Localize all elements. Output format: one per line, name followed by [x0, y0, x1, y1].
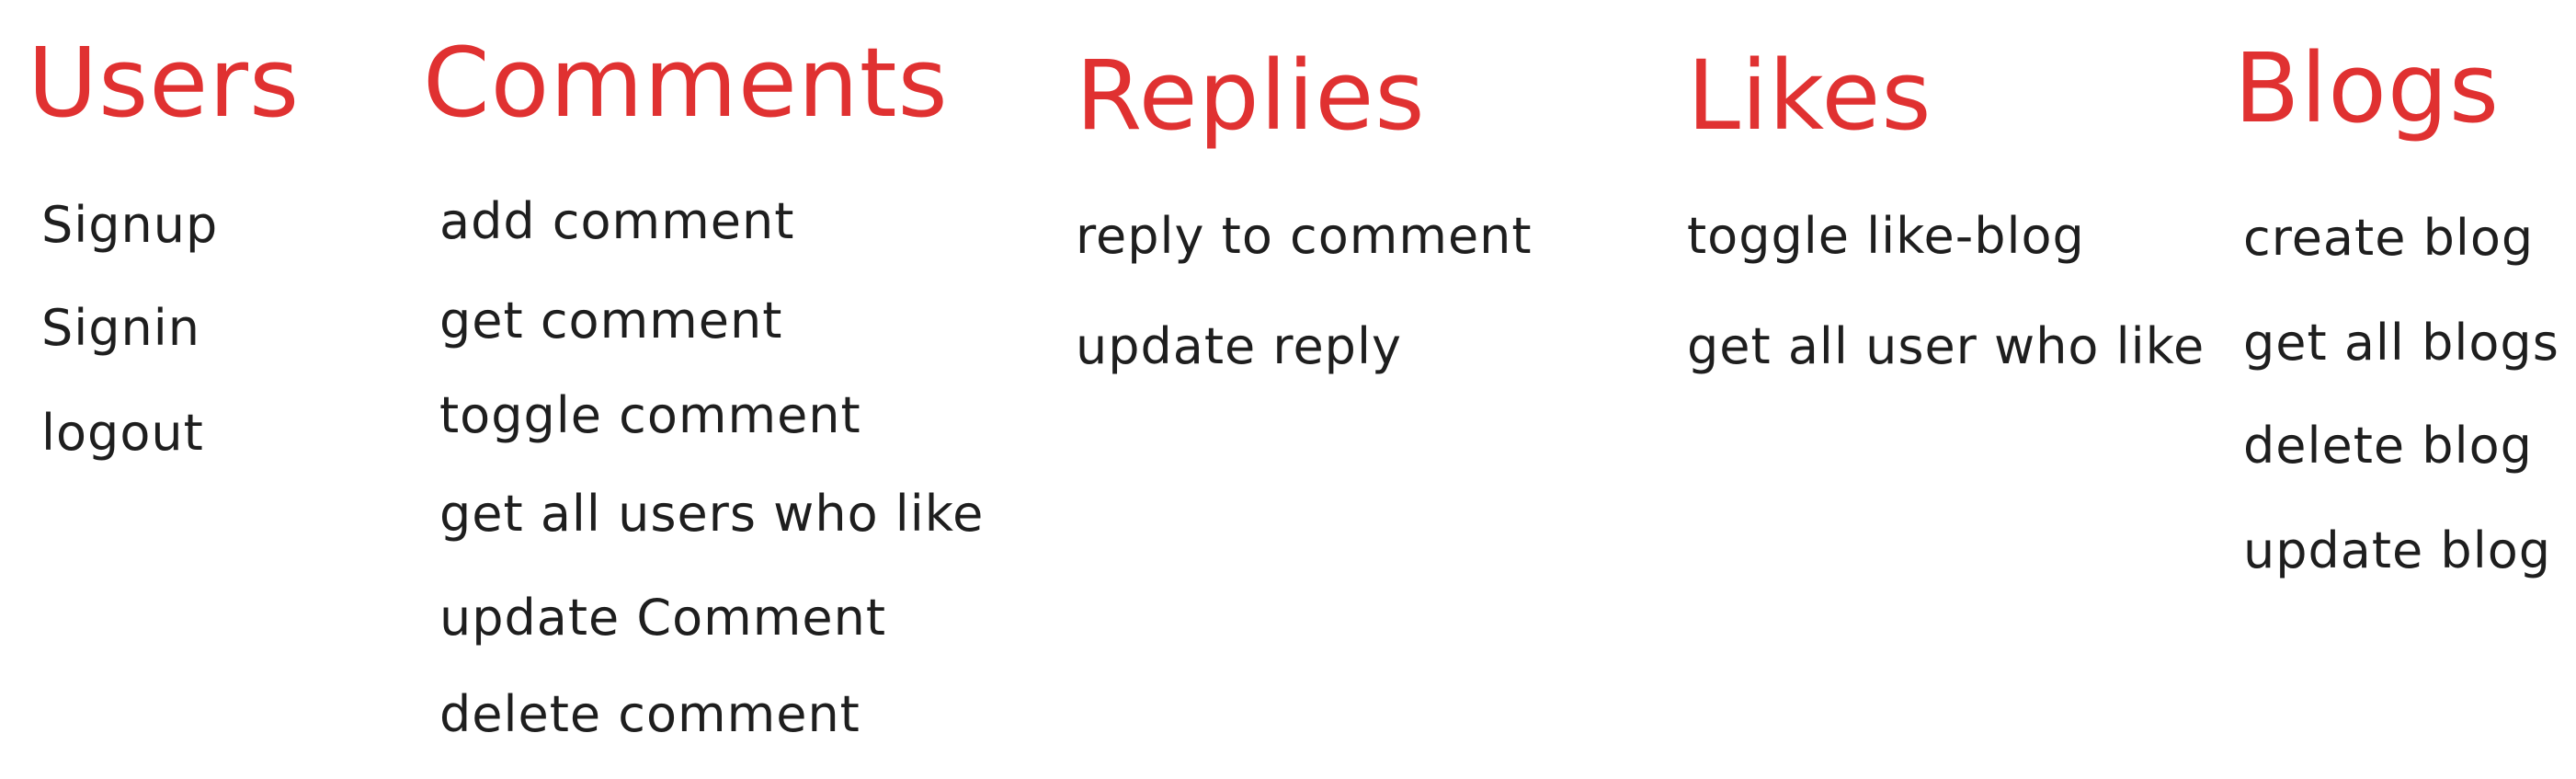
column-item: delete comment [439, 685, 861, 743]
column-item: add comment [439, 192, 795, 250]
column-item: get comment [439, 292, 783, 349]
column-item: update reply [1076, 317, 1402, 375]
column-item: toggle like-blog [1687, 207, 2085, 265]
column-item: toggle comment [439, 386, 861, 444]
column-item: delete blog [2243, 417, 2533, 475]
diagram-canvas: Users Signup Signin logout Comments add … [0, 0, 2576, 779]
column-item: create blog [2243, 209, 2535, 267]
column-title: Comments [423, 27, 949, 139]
column-item: get all user who like [1687, 317, 2206, 375]
column-item: reply to comment [1076, 207, 1533, 265]
column-title: Replies [1076, 40, 1426, 152]
column-item: update Comment [439, 589, 886, 647]
column-item: Signup [41, 196, 219, 254]
column-title: Blogs [2234, 32, 2501, 144]
column-item: get all blogs [2243, 314, 2559, 372]
column-item: update blog [2243, 521, 2552, 579]
column-item: get all users who like [439, 485, 985, 543]
column-item: logout [41, 404, 204, 462]
column-item: Signin [41, 299, 201, 357]
column-title: Users [28, 27, 301, 139]
column-title: Likes [1687, 40, 1932, 152]
